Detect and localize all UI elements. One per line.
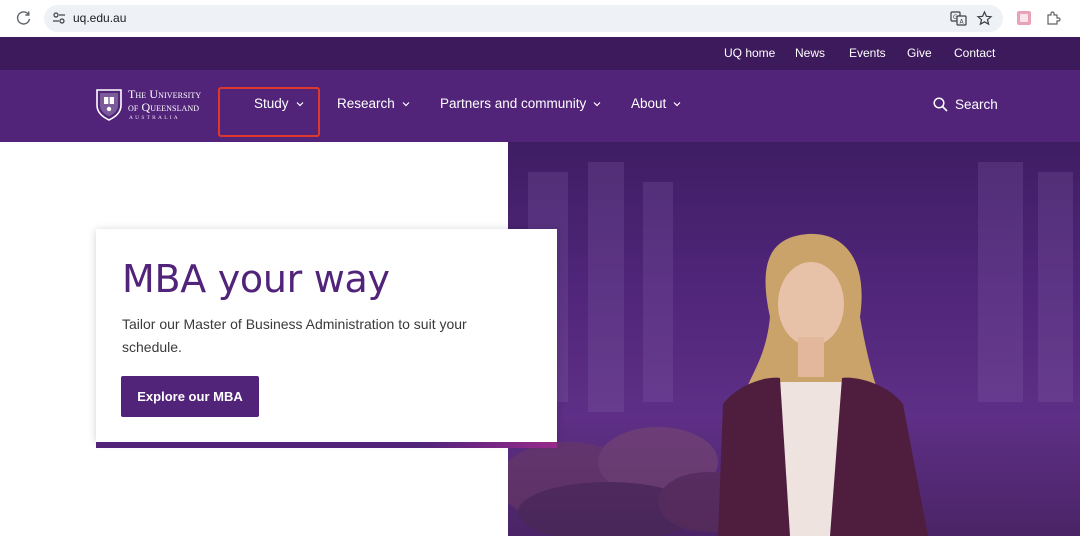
nav-item-about[interactable]: About bbox=[631, 96, 681, 111]
nav-item-label: Partners and community bbox=[440, 96, 587, 111]
utility-link-give[interactable]: Give bbox=[907, 46, 932, 60]
utility-link-events[interactable]: Events bbox=[849, 46, 886, 60]
hero-image bbox=[508, 142, 1080, 536]
main-nav: The University of Queensland AUSTRALIA S… bbox=[0, 70, 1080, 142]
hero-title: MBA your way bbox=[122, 257, 390, 301]
search-button[interactable]: Search bbox=[933, 97, 998, 112]
utility-link-news[interactable]: News bbox=[795, 46, 825, 60]
chevron-down-icon bbox=[673, 101, 681, 106]
translate-icon[interactable]: G A bbox=[950, 10, 967, 27]
search-icon bbox=[933, 97, 948, 112]
chevron-down-icon bbox=[593, 101, 601, 106]
page-bottom-strip bbox=[0, 536, 1080, 560]
address-bar[interactable]: uq.edu.au G A bbox=[44, 5, 1003, 32]
uq-crest-icon bbox=[96, 89, 122, 121]
url-text[interactable]: uq.edu.au bbox=[73, 11, 126, 25]
logo-country: AUSTRALIA bbox=[129, 115, 180, 121]
nav-item-research[interactable]: Research bbox=[337, 96, 410, 111]
utility-link-uq-home[interactable]: UQ home bbox=[724, 46, 775, 60]
svg-text:G: G bbox=[953, 14, 958, 21]
study-highlight-box bbox=[218, 87, 320, 137]
extension-icon[interactable] bbox=[1016, 10, 1032, 26]
bookmark-star-icon[interactable] bbox=[976, 10, 993, 27]
uq-logo[interactable]: The University of Queensland AUSTRALIA bbox=[95, 87, 220, 127]
utility-nav: UQ home News Events Give Contact bbox=[0, 37, 1080, 70]
nav-item-partners[interactable]: Partners and community bbox=[440, 96, 601, 111]
logo-wordmark: The University of Queensland bbox=[128, 87, 202, 114]
search-label: Search bbox=[955, 97, 998, 112]
hero-card: MBA your way Tailor our Master of Busine… bbox=[96, 229, 557, 442]
nav-item-label: About bbox=[631, 96, 667, 111]
extensions-puzzle-icon[interactable] bbox=[1045, 10, 1061, 26]
chevron-down-icon bbox=[402, 101, 410, 106]
hero-description: Tailor our Master of Business Administra… bbox=[122, 316, 467, 355]
site-info-icon[interactable] bbox=[52, 11, 66, 25]
utility-link-contact[interactable]: Contact bbox=[954, 46, 995, 60]
hero-photo-illustration bbox=[508, 162, 1073, 536]
browser-toolbar: uq.edu.au G A bbox=[0, 0, 1080, 37]
nav-item-label: Research bbox=[337, 96, 395, 111]
reload-icon[interactable] bbox=[15, 9, 33, 27]
hero-card-accent-bar bbox=[96, 442, 557, 448]
explore-mba-button[interactable]: Explore our MBA bbox=[121, 376, 259, 417]
